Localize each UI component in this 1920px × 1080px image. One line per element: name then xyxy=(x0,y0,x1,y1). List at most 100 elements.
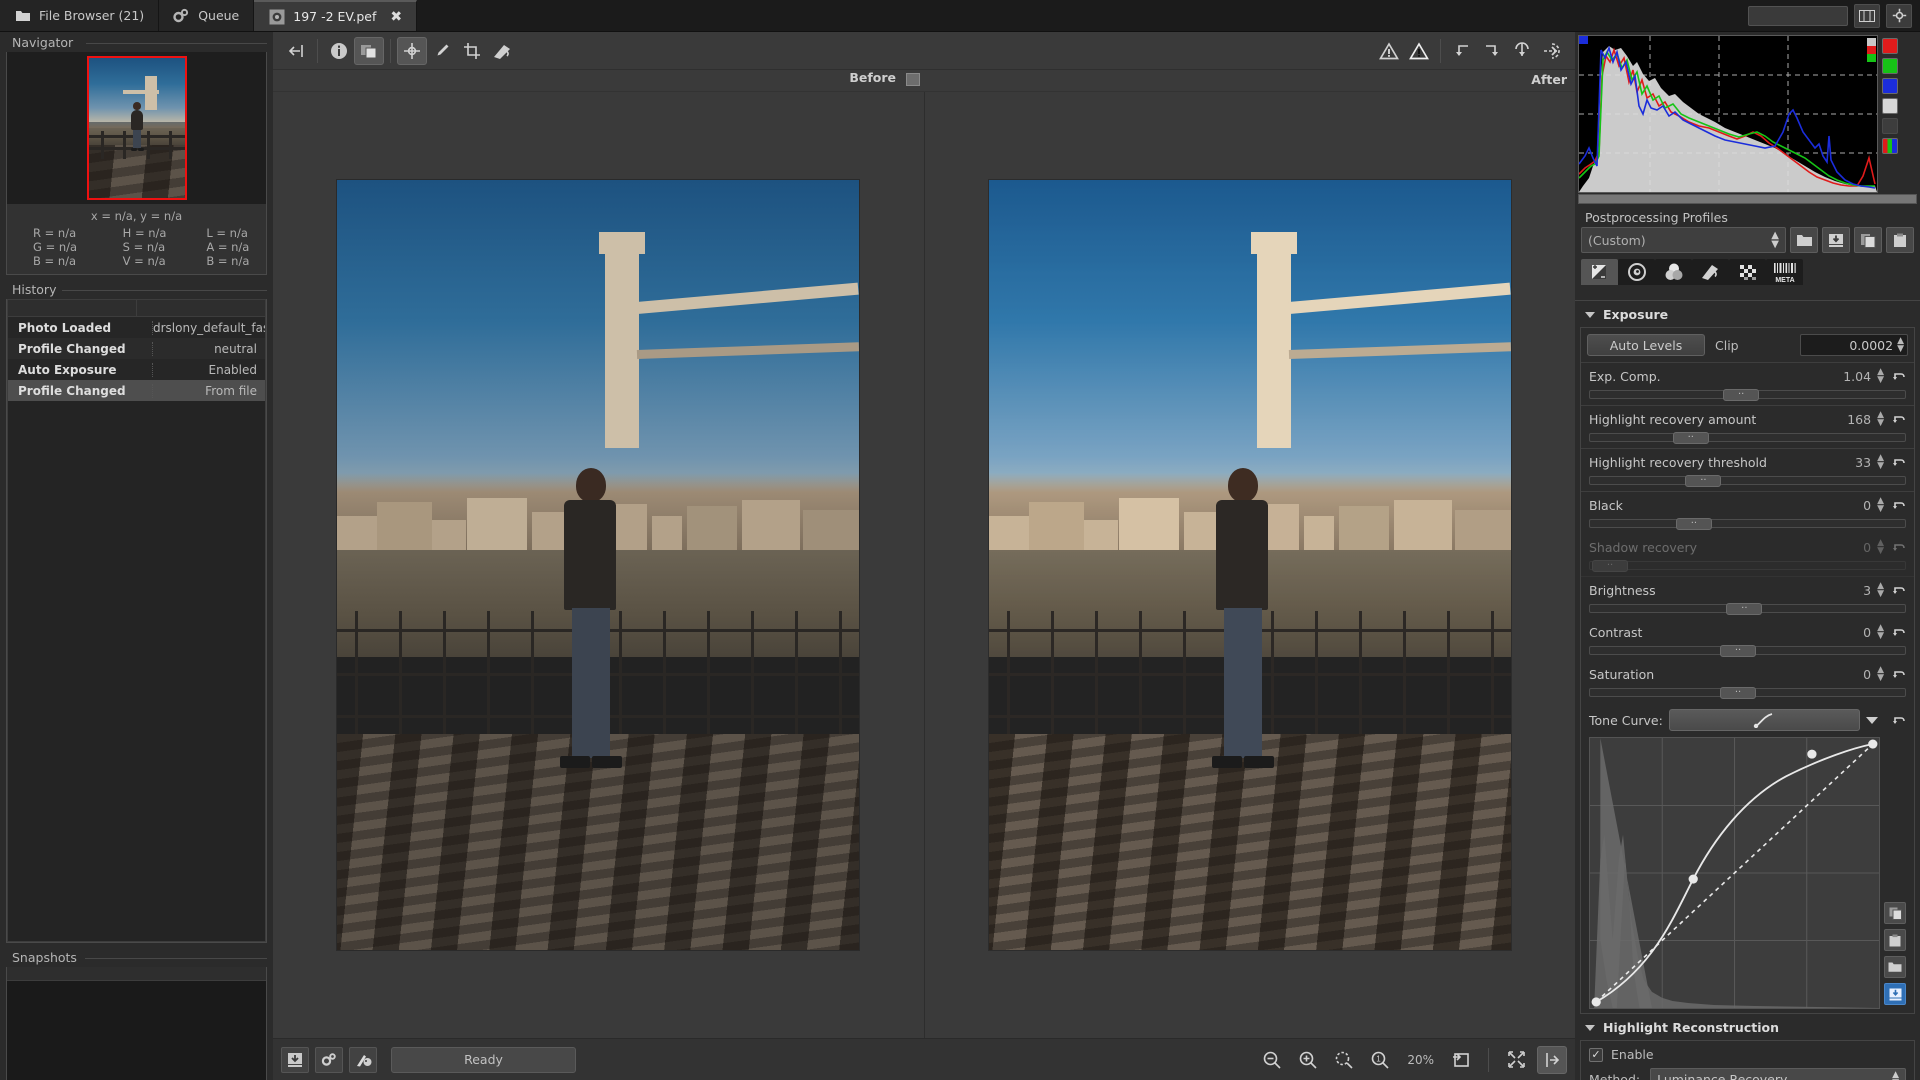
layout-toggle-button[interactable] xyxy=(1854,3,1880,28)
black-slider[interactable]: Black 0 ▲ ▼ xyxy=(1581,492,1914,534)
auto-levels-button[interactable]: Auto Levels xyxy=(1587,334,1705,356)
histogram-raw-toggle[interactable] xyxy=(1882,118,1898,134)
slider-thumb[interactable] xyxy=(1675,518,1712,530)
zoom-100-icon[interactable]: 1 xyxy=(1365,1046,1395,1074)
tab-detail[interactable] xyxy=(1618,259,1655,285)
tab-color[interactable] xyxy=(1655,259,1692,285)
slider-thumb[interactable] xyxy=(1723,389,1760,401)
spinner-arrows-icon[interactable]: ▲ ▼ xyxy=(1877,368,1884,385)
reset-icon[interactable] xyxy=(1892,583,1906,597)
spinner-arrows-icon[interactable]: ▲ ▼ xyxy=(1877,624,1884,641)
close-icon[interactable]: ✖ xyxy=(390,9,402,25)
spinner-arrows-icon[interactable]: ▲ ▼ xyxy=(1877,454,1884,471)
spinner-arrows-icon[interactable]: ▲ ▼ xyxy=(1877,666,1884,683)
curve-paste-icon[interactable] xyxy=(1884,929,1906,951)
tone-curve-canvas[interactable] xyxy=(1589,737,1880,1009)
crop-icon[interactable] xyxy=(457,37,487,65)
tab-file-browser[interactable]: File Browser (21) xyxy=(0,0,160,31)
histogram-luma-toggle[interactable] xyxy=(1882,98,1898,114)
before-after-icon[interactable] xyxy=(354,36,384,65)
flip-vertical-icon[interactable] xyxy=(1507,37,1537,65)
chevron-down-icon[interactable] xyxy=(1866,716,1878,724)
reset-icon[interactable] xyxy=(1892,412,1906,426)
brightness-slider[interactable]: Brightness 3 ▲ ▼ xyxy=(1581,577,1914,619)
reset-icon[interactable] xyxy=(1892,667,1906,681)
after-image[interactable] xyxy=(988,180,1511,950)
saturation-slider[interactable]: Saturation 0 ▲ ▼ xyxy=(1581,661,1914,703)
histogram[interactable] xyxy=(1578,35,1878,193)
color-picker-icon[interactable] xyxy=(427,37,457,65)
spot-wb-icon[interactable] xyxy=(397,36,427,65)
search-input[interactable] xyxy=(1748,5,1848,26)
zoom-fit-icon[interactable] xyxy=(1329,1046,1359,1074)
info-icon[interactable] xyxy=(324,37,354,65)
slider-thumb[interactable] xyxy=(1720,687,1757,699)
tab-raw[interactable] xyxy=(1729,259,1766,285)
before-image[interactable] xyxy=(337,180,860,950)
histogram-red-toggle[interactable] xyxy=(1882,38,1898,54)
queue-icon[interactable] xyxy=(315,1046,343,1073)
curve-load-icon[interactable] xyxy=(1884,956,1906,978)
exp-comp-slider[interactable]: Exp. Comp. 1.04 ▲ ▼ xyxy=(1581,363,1914,406)
table-row-selected[interactable]: Profile Changed From file xyxy=(8,380,265,401)
snapshots-list[interactable] xyxy=(7,981,266,1080)
reset-icon[interactable] xyxy=(1892,369,1906,383)
curve-save-icon[interactable] xyxy=(1884,983,1906,1005)
highlight-clip-warning-icon[interactable] xyxy=(1404,37,1434,65)
fullscreen-icon[interactable] xyxy=(1501,1046,1531,1074)
spinner-arrows-icon[interactable]: ▲ ▼ xyxy=(1877,582,1884,599)
zoom-in-icon[interactable] xyxy=(1293,1046,1323,1074)
detail-window-icon[interactable] xyxy=(281,37,311,65)
rotate-left-icon[interactable] xyxy=(1447,37,1477,65)
spinner-arrows-icon[interactable]: ▲ ▼ xyxy=(1877,497,1884,514)
histogram-bar-toggle[interactable] xyxy=(1882,138,1898,154)
reset-icon[interactable] xyxy=(1892,498,1906,512)
tab-transform[interactable] xyxy=(1692,259,1729,285)
highlight-recovery-amount-slider[interactable]: Highlight recovery amount 168 ▲ ▼ xyxy=(1581,406,1914,449)
preferences-button[interactable] xyxy=(1886,3,1912,28)
load-profile-icon[interactable] xyxy=(1790,227,1818,253)
rotate-right-icon[interactable] xyxy=(1477,37,1507,65)
slider-thumb[interactable] xyxy=(1720,645,1757,657)
copy-profile-icon[interactable] xyxy=(1854,227,1882,253)
method-select[interactable]: Luminance Recovery ▲▼ xyxy=(1650,1068,1906,1080)
highlight-recovery-threshold-slider[interactable]: Highlight recovery threshold 33 ▲ ▼ xyxy=(1581,449,1914,492)
spinner-arrows-icon[interactable]: ▲ ▼ xyxy=(1877,411,1884,428)
before-pane[interactable] xyxy=(273,92,925,1038)
curve-copy-icon[interactable] xyxy=(1884,902,1906,924)
slider-thumb[interactable] xyxy=(1685,475,1722,487)
tab-metadata[interactable]: META xyxy=(1766,259,1803,285)
spinner-arrows-icon[interactable]: ▲ ▼ xyxy=(1897,337,1904,354)
contrast-slider[interactable]: Contrast 0 ▲ ▼ xyxy=(1581,619,1914,661)
slider-thumb[interactable] xyxy=(1726,603,1763,615)
table-row[interactable]: Profile Changed neutral xyxy=(8,338,265,359)
profile-select[interactable]: (Custom) ▲ ▼ xyxy=(1581,227,1786,253)
save-icon[interactable] xyxy=(281,1046,309,1073)
clip-input[interactable]: 0.0002 ▲ ▼ xyxy=(1800,334,1908,356)
reset-icon[interactable] xyxy=(1892,713,1906,727)
exposure-section-header[interactable]: Exposure xyxy=(1575,301,1920,327)
edit-external-icon[interactable] xyxy=(349,1046,377,1073)
slider-thumb[interactable] xyxy=(1672,432,1709,444)
straighten-icon[interactable] xyxy=(487,37,517,65)
flip-horizontal-icon[interactable] xyxy=(1537,37,1567,65)
enable-checkbox[interactable]: ✓ xyxy=(1589,1047,1603,1062)
tab-queue[interactable]: Queue xyxy=(159,0,255,31)
tab-exposure[interactable] xyxy=(1581,259,1618,285)
hide-right-panel-icon[interactable] xyxy=(1537,1045,1567,1074)
table-row[interactable]: Auto Exposure Enabled xyxy=(8,359,265,380)
shadow-clip-warning-icon[interactable] xyxy=(1374,37,1404,65)
histogram-blue-toggle[interactable] xyxy=(1882,78,1898,94)
reset-icon[interactable] xyxy=(1892,625,1906,639)
save-profile-icon[interactable] xyxy=(1822,227,1850,253)
paste-profile-icon[interactable] xyxy=(1886,227,1914,253)
reset-icon[interactable] xyxy=(1892,455,1906,469)
table-row[interactable]: Photo Loaded drslony_default_fast xyxy=(8,317,265,338)
highlight-reconstruction-header[interactable]: Highlight Reconstruction xyxy=(1575,1014,1920,1040)
before-toggle-icon[interactable] xyxy=(906,73,920,86)
tone-curve-editor[interactable] xyxy=(1589,737,1906,1009)
tab-editor-photo[interactable]: 197 -2 EV.pef ✖ xyxy=(254,0,418,31)
zoom-out-icon[interactable] xyxy=(1257,1046,1287,1074)
tone-curve-type-button[interactable] xyxy=(1668,709,1860,731)
after-pane[interactable] xyxy=(925,92,1576,1038)
